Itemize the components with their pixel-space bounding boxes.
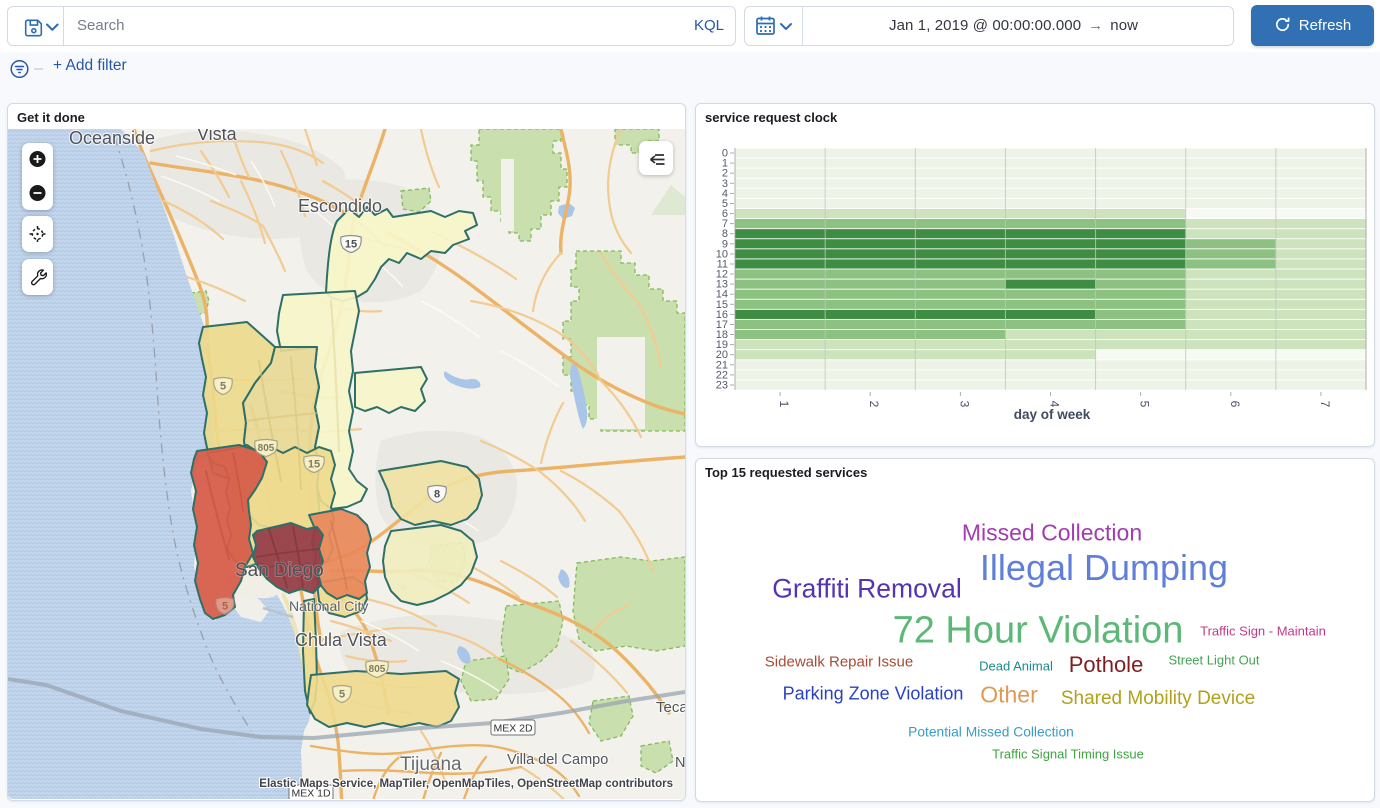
svg-text:Chula Vista: Chula Vista xyxy=(295,630,388,650)
svg-text:5: 5 xyxy=(220,381,226,393)
svg-text:5: 5 xyxy=(1138,401,1152,408)
svg-text:Vista: Vista xyxy=(197,129,238,144)
svg-text:MEX 2D: MEX 2D xyxy=(493,723,533,735)
svg-text:15: 15 xyxy=(308,459,320,471)
svg-text:5: 5 xyxy=(222,601,228,613)
svg-text:National City: National City xyxy=(289,598,368,614)
svg-text:Oceanside: Oceanside xyxy=(69,129,155,148)
svg-text:6: 6 xyxy=(1228,401,1242,408)
svg-text:3: 3 xyxy=(957,401,971,408)
svg-text:7: 7 xyxy=(1318,401,1332,408)
svg-text:San Diego: San Diego xyxy=(235,560,324,581)
svg-text:1: 1 xyxy=(777,401,791,408)
svg-text:2: 2 xyxy=(867,401,881,408)
svg-text:805: 805 xyxy=(369,664,386,675)
svg-text:23: 23 xyxy=(716,380,728,392)
svg-text:Escondido: Escondido xyxy=(298,196,382,216)
svg-text:5: 5 xyxy=(339,689,345,701)
svg-text:8: 8 xyxy=(434,489,440,501)
svg-text:15: 15 xyxy=(345,239,357,251)
svg-text:Tijuana: Tijuana xyxy=(400,754,462,775)
svg-text:Tecate: Tecate xyxy=(656,699,685,716)
svg-text:Nejí: Nejí xyxy=(675,755,685,771)
svg-text:Villa del Campo: Villa del Campo xyxy=(507,752,608,768)
svg-text:day of week: day of week xyxy=(1014,407,1091,422)
svg-text:Elastic Maps Service, MapTiler: Elastic Maps Service, MapTiler, OpenMapT… xyxy=(259,778,673,790)
svg-text:805: 805 xyxy=(258,443,275,454)
